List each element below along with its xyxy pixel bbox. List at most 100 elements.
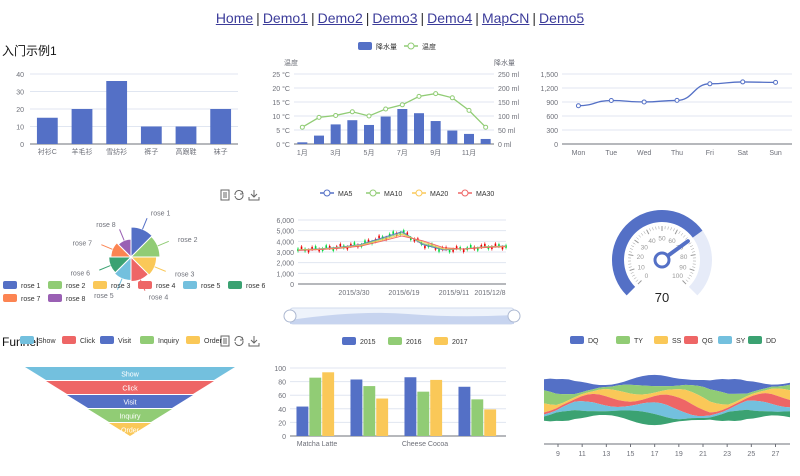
gauge-tick [674, 229, 678, 235]
gauge-tick [682, 280, 687, 285]
bar [430, 121, 441, 144]
data-point [707, 81, 713, 87]
y-tick-label-right: 150 ml [498, 100, 519, 107]
y-tick-label: 5,000 [276, 229, 294, 236]
legend-marker [323, 189, 331, 197]
y-axis-name-left: 温度 [284, 58, 298, 67]
legend-label: MA10 [384, 191, 402, 198]
temperature-point [416, 93, 422, 99]
nav-separator: | [532, 10, 537, 26]
gauge-tick [635, 279, 639, 282]
legend-marker [369, 189, 377, 197]
gauge-tick-label: 50 [658, 236, 666, 243]
nav-link-home[interactable]: Home [216, 10, 253, 26]
gauge-tick [689, 274, 692, 277]
bar-chart-clothing: 0 10 20 30 40 衬衫C 羊毛衫 雪纺衫 裤子 高跟鞋 袜子 [16, 72, 238, 156]
y-tick-label: 1,000 [276, 271, 294, 278]
y-tick-label-right: 250 ml [498, 72, 519, 79]
x-tick-label: 15 [627, 451, 635, 458]
datazoom-handle-right [507, 309, 521, 323]
temperature-point [399, 102, 405, 108]
bar [314, 135, 324, 144]
nav-separator: | [256, 10, 260, 26]
x-tick-label: 衬衫C [38, 147, 57, 156]
y-tick-label: 600 [546, 114, 558, 121]
gauge-tick [640, 232, 644, 236]
temperature-point [449, 95, 455, 101]
gauge-tick [690, 254, 696, 256]
nav-separator: | [475, 10, 479, 26]
x-tick-label: 23 [723, 451, 731, 458]
gauge-value: 70 [655, 290, 669, 305]
legend-swatch [140, 336, 154, 344]
y-tick-label: 900 [546, 100, 558, 107]
section-title: 入门示例1 [2, 44, 57, 58]
temperature-point [483, 124, 489, 130]
y-tick-label-right: 0 ml [498, 142, 512, 149]
bar [347, 120, 358, 144]
gauge-chart: 010203040506070809010070 [612, 210, 712, 305]
x-tick-label: 2015/12/8 [474, 290, 505, 297]
gauge-tick [689, 245, 693, 248]
legend-swatch [358, 42, 372, 50]
data-view-icon[interactable] [219, 189, 231, 201]
y-tick-label-left: 5 °C [276, 127, 290, 135]
bar [464, 133, 474, 144]
nav-link-mapcn[interactable]: MapCN [482, 10, 529, 26]
gauge-tick [652, 227, 654, 231]
bar [140, 126, 162, 144]
legend-swatch [3, 294, 17, 302]
gauge-tick [670, 227, 672, 231]
temperature-point [466, 107, 472, 113]
save-image-icon[interactable] [248, 189, 260, 201]
y-tick-label: 1,500 [540, 72, 558, 79]
bar [430, 379, 443, 436]
legend-label: MA20 [430, 191, 448, 198]
gauge-tick [687, 277, 691, 280]
candle-body [469, 244, 472, 248]
bar [376, 398, 389, 436]
rose-label: rose 7 [73, 240, 93, 247]
gauge-tick-label: 100 [672, 273, 683, 280]
x-tick-label: 19 [675, 451, 683, 458]
y-tick-label-right: 50 ml [498, 128, 516, 135]
candle-body [353, 242, 356, 245]
x-tick-label: 25 [747, 451, 755, 458]
candle-body [325, 245, 328, 248]
kline-ma-chart: MA5 MA10 MA20 MA30 0 1,000 2,000 3,000 4,000 5,00… [276, 189, 521, 325]
candle-body [438, 249, 440, 252]
bar [363, 386, 376, 436]
gauge-tick-label: 60 [668, 238, 676, 245]
nav-link-demo3[interactable]: Demo3 [372, 10, 417, 26]
bar [364, 124, 374, 144]
nav-link-demo1[interactable]: Demo1 [263, 10, 308, 26]
y-tick-label: 60 [278, 393, 286, 400]
nav-link-demo4[interactable]: Demo4 [427, 10, 472, 26]
x-tick-label: 袜子 [214, 147, 228, 156]
temperature-point [333, 112, 339, 118]
gauge-tick-label: 30 [641, 245, 649, 252]
legend-marker [461, 189, 469, 197]
y-tick-label: 3,000 [276, 250, 294, 257]
x-tick-label: 2015/6/19 [388, 290, 419, 297]
x-tick-label: Sat [737, 150, 748, 157]
legend-swatch [48, 281, 62, 289]
legend-marker [415, 189, 423, 197]
nav-link-demo5[interactable]: Demo5 [539, 10, 584, 26]
y-tick-label-left: 20 °C [272, 85, 290, 93]
legend-swatch [654, 336, 668, 344]
x-tick-label: 3月 [330, 149, 341, 157]
temperature-point [349, 109, 355, 115]
y-axis-name-right: 降水量 [494, 58, 515, 67]
restore-icon[interactable] [233, 189, 245, 201]
bar [330, 124, 341, 144]
y-tick-label: 40 [278, 407, 286, 414]
legend-label: DQ [588, 338, 599, 345]
rose-label: rose 6 [71, 270, 91, 277]
nav-link-demo2[interactable]: Demo2 [318, 10, 363, 26]
x-tick-label: 17 [651, 451, 659, 458]
rose-label: rose 8 [96, 222, 116, 229]
gauge-tick [690, 272, 694, 274]
y-tick-label-left: 0 °C [276, 141, 290, 149]
x-tick-label: 2015/3/30 [338, 290, 369, 297]
